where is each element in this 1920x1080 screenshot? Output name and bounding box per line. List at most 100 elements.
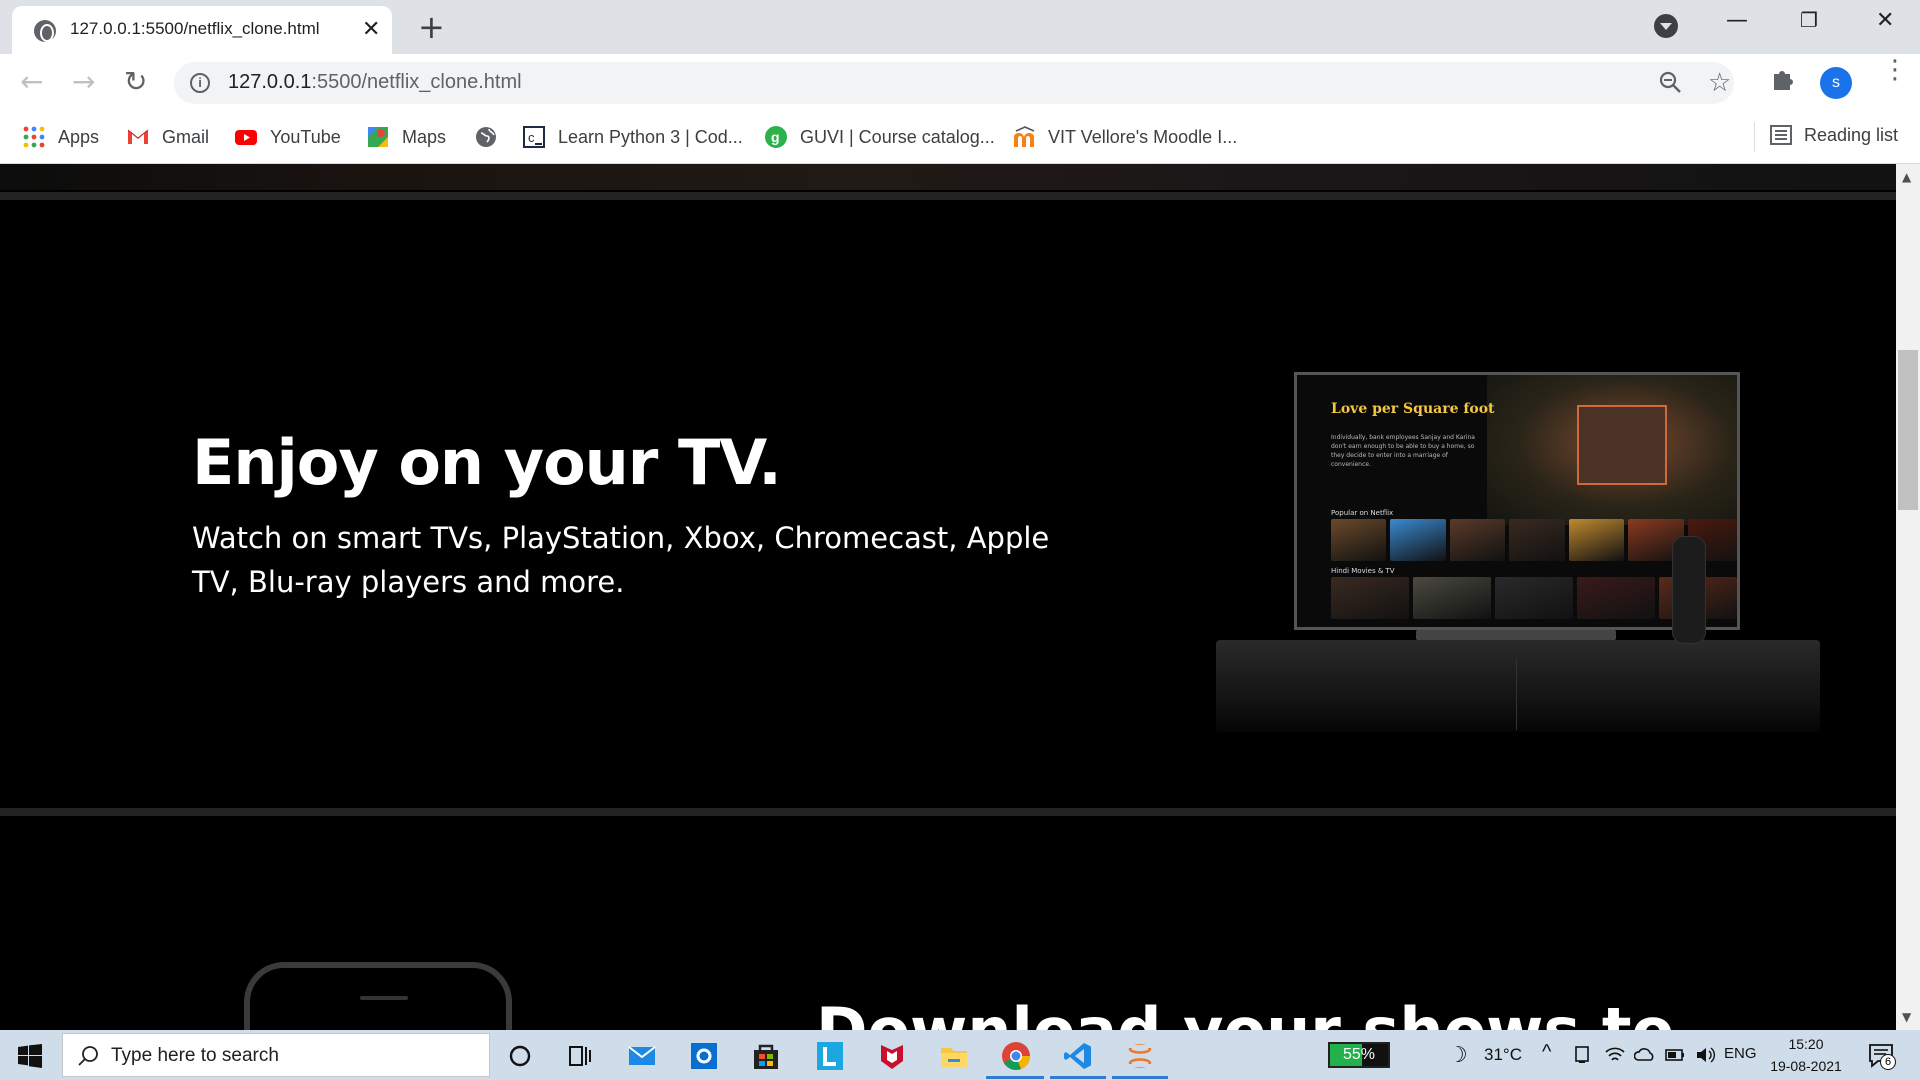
url-path: :5500/netflix_clone.html	[311, 71, 522, 93]
url-host: 127.0.0.1	[228, 71, 312, 93]
svg-text:g: g	[771, 129, 780, 145]
tv-section-subtitle: Watch on smart TVs, PlayStation, Xbox, C…	[192, 521, 1050, 599]
outlook-icon[interactable]	[688, 1040, 720, 1072]
scroll-down-arrow-icon[interactable]: ▼	[1902, 1010, 1911, 1024]
file-explorer-icon[interactable]	[938, 1040, 970, 1072]
mcafee-icon[interactable]	[876, 1040, 908, 1072]
bookmark-label: YouTube	[270, 126, 341, 147]
apps-grid-icon	[23, 126, 45, 148]
tab-search-icon[interactable]	[1654, 14, 1678, 38]
reload-icon[interactable]: ↻	[124, 65, 147, 98]
close-tab-icon[interactable]: ✕	[362, 17, 380, 42]
tv-screen-thumbnail	[1390, 519, 1446, 561]
tv-screen-film-description: Individually, bank employees Sanjay and …	[1331, 434, 1475, 468]
tv-screen-thumbnail	[1413, 577, 1491, 619]
forward-icon[interactable]: →	[72, 65, 95, 98]
temperature-readout[interactable]: 31°C	[1484, 1045, 1522, 1065]
kebab-menu-icon[interactable]: ⋮	[1882, 57, 1908, 83]
tv-screen-thumbnail	[1331, 577, 1409, 619]
gmail-icon	[127, 129, 149, 144]
tv-screen-thumbnail	[1495, 577, 1573, 619]
site-info-icon[interactable]: i	[190, 73, 210, 93]
bookmark-label: VIT Vellore's Moodle I...	[1048, 126, 1238, 147]
restore-icon[interactable]: ❐	[1800, 8, 1818, 32]
window-close-icon[interactable]: ✕	[1876, 8, 1894, 33]
new-tab-button[interactable]: +	[418, 8, 445, 46]
device-icon[interactable]	[1572, 1045, 1592, 1065]
tv-screen-scene	[1487, 375, 1737, 525]
tv-screen-thumbnail	[1331, 519, 1387, 561]
taskbar-search-placeholder: Type here to search	[111, 1045, 279, 1066]
bookmark-youtube[interactable]: YouTube	[234, 124, 341, 150]
tab-strip: 127.0.0.1:5500/netflix_clone.html ✕ + — …	[0, 0, 1920, 54]
bookmark-label: Learn Python 3 | Cod...	[558, 126, 743, 147]
task-view-icon[interactable]	[564, 1040, 596, 1072]
bookmark-globe[interactable]	[474, 124, 510, 150]
language-indicator[interactable]: ENG	[1724, 1045, 1757, 1062]
weather-moon-icon[interactable]: ☽	[1448, 1042, 1468, 1068]
jupyter-icon[interactable]	[1124, 1040, 1156, 1072]
bookmark-label: GUVI | Course catalog...	[800, 126, 995, 147]
taskbar-clock[interactable]: 15:20 19-08-2021	[1766, 1033, 1846, 1077]
lens-app-icon[interactable]	[814, 1040, 846, 1072]
onedrive-icon[interactable]	[1634, 1044, 1656, 1066]
store-icon[interactable]	[750, 1040, 782, 1072]
tv-screen-thumbnail	[1449, 519, 1506, 561]
volume-icon[interactable]	[1694, 1044, 1716, 1066]
codecademy-icon: c	[523, 126, 545, 148]
bookmark-gmail[interactable]: Gmail	[126, 124, 209, 150]
notifications-button[interactable]: 6	[1868, 1042, 1896, 1070]
battery-indicator[interactable]: 55%	[1328, 1042, 1390, 1068]
reading-list-button[interactable]: Reading list	[1770, 124, 1898, 146]
tv-screen-thumbnail	[1568, 519, 1625, 561]
phone-speaker	[360, 996, 408, 1000]
globe-icon	[476, 127, 496, 147]
chrome-icon[interactable]	[1000, 1040, 1032, 1072]
browser-toolbar: ← → ↻ i 127.0.0.1:5500/netflix_clone.htm…	[0, 54, 1920, 112]
tv-screen-house	[1577, 405, 1667, 485]
address-bar[interactable]: i 127.0.0.1:5500/netflix_clone.html ☆	[174, 62, 1734, 104]
reading-list-label: Reading list	[1804, 124, 1899, 145]
bookmark-learn-python[interactable]: c Learn Python 3 | Cod...	[522, 124, 743, 150]
bookmark-moodle[interactable]: VIT Vellore's Moodle I...	[1012, 124, 1237, 150]
bookmark-label: Gmail	[162, 126, 210, 147]
windows-taskbar: Type here to search 55% ☽ 31°C ^ ENG 15:…	[0, 1030, 1920, 1080]
phone-illustration	[244, 962, 512, 1030]
tv-illustration: Love per Square foot Individually, bank …	[1216, 368, 1820, 732]
search-icon	[78, 1046, 98, 1066]
chrome-active-indicator	[986, 1076, 1044, 1079]
minimize-icon[interactable]: —	[1726, 8, 1748, 33]
bookmarks-separator	[1754, 122, 1755, 152]
bookmark-maps[interactable]: Maps	[366, 124, 446, 150]
scroll-up-arrow-icon[interactable]: ▲	[1902, 170, 1911, 184]
windows-start-icon[interactable]	[18, 1044, 42, 1068]
bookmark-guvi[interactable]: g GUVI | Course catalog...	[764, 124, 995, 150]
cortana-icon[interactable]	[504, 1040, 536, 1072]
globe-icon	[34, 20, 56, 42]
download-section-heading: Download your shows to	[816, 994, 1674, 1030]
scroll-thumb[interactable]	[1898, 350, 1918, 510]
bookmarks-bar: Apps Gmail YouTube Maps c Learn Python 3…	[0, 112, 1920, 164]
bookmark-star-icon[interactable]: ☆	[1708, 68, 1731, 98]
tray-chevron-up-icon[interactable]: ^	[1542, 1041, 1551, 1064]
url-text[interactable]: 127.0.0.1:5500/netflix_clone.html	[228, 71, 522, 94]
tv-screen-thumbnail	[1509, 519, 1565, 561]
tv-cabinet	[1216, 640, 1820, 732]
tv-screen-film-title: Love per Square foot	[1331, 401, 1495, 417]
browser-tab[interactable]: 127.0.0.1:5500/netflix_clone.html ✕	[12, 6, 392, 54]
tv-screen-thumbnail	[1577, 577, 1655, 619]
vscode-icon[interactable]	[1062, 1040, 1094, 1072]
back-icon[interactable]: ←	[20, 65, 43, 98]
tv-screen-row-label: Hindi Movies & TV	[1331, 567, 1395, 575]
bookmark-apps[interactable]: Apps	[22, 124, 99, 150]
taskbar-search-box[interactable]: Type here to search	[62, 1033, 490, 1077]
profile-avatar[interactable]: s	[1820, 67, 1852, 99]
battery-plug-icon[interactable]	[1664, 1044, 1686, 1066]
page-scrollbar[interactable]: ▲ ▼	[1896, 164, 1920, 1030]
extensions-puzzle-icon[interactable]	[1770, 66, 1796, 92]
youtube-icon	[235, 130, 257, 145]
mail-icon[interactable]	[626, 1040, 658, 1072]
page-viewport: Enjoy on your TV. Watch on smart TVs, Pl…	[0, 164, 1896, 1030]
wifi-icon[interactable]	[1604, 1044, 1626, 1066]
zoom-out-icon[interactable]	[1658, 70, 1684, 96]
